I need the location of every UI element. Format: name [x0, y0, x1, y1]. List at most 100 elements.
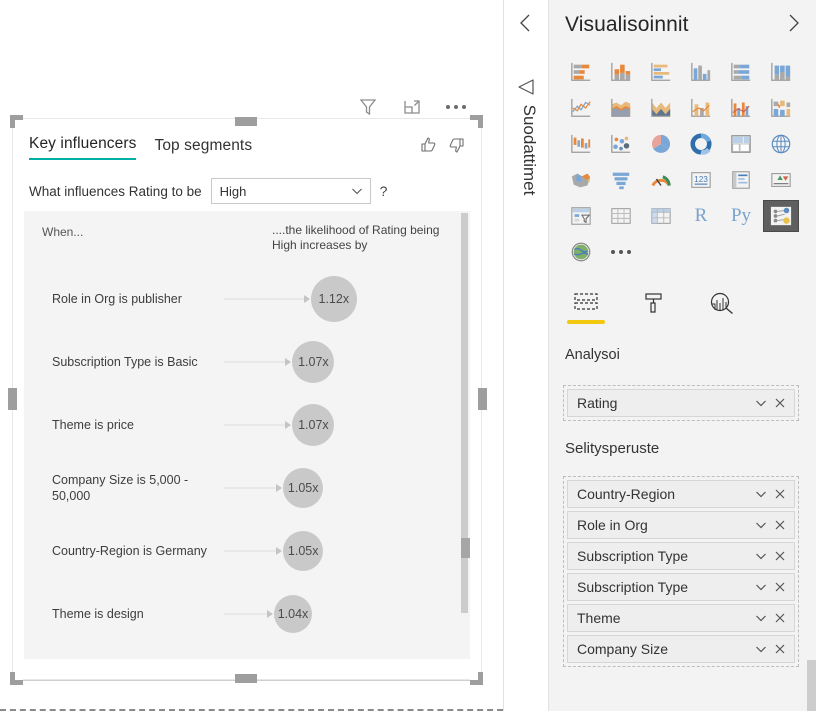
resize-handle-bottom-right[interactable]: [470, 672, 483, 685]
chevron-down-icon[interactable]: [751, 518, 770, 532]
visual-type-gallery[interactable]: 123 R Py: [563, 56, 807, 268]
close-icon[interactable]: [770, 550, 789, 562]
format-tab[interactable]: [633, 288, 675, 328]
chevron-right-icon[interactable]: [784, 13, 802, 38]
influencer-row[interactable]: Role in Org is publisher 1.12x: [24, 267, 470, 330]
close-icon[interactable]: [770, 519, 789, 531]
close-icon[interactable]: [770, 643, 789, 655]
pane-scrollbar-thumb[interactable]: [807, 660, 816, 711]
chevron-down-icon[interactable]: [751, 580, 770, 594]
resize-handle-top-middle[interactable]: [235, 117, 257, 126]
close-icon[interactable]: [770, 397, 789, 409]
chevron-down-icon[interactable]: [751, 611, 770, 625]
close-icon[interactable]: [770, 612, 789, 624]
field-chip[interactable]: Company Size: [567, 635, 795, 663]
visualizations-pane[interactable]: Visualisoinnit 123 R Py Analysoi Rating …: [548, 0, 816, 711]
resize-handle-right-middle[interactable]: [478, 388, 487, 410]
plot-scrollbar-handle[interactable]: [461, 538, 470, 558]
tab-top-segments[interactable]: Top segments: [154, 137, 252, 160]
close-icon[interactable]: [770, 581, 789, 593]
resize-handle-bottom-middle[interactable]: [235, 674, 257, 683]
chevron-down-icon[interactable]: [751, 487, 770, 501]
chevron-left-icon[interactable]: [517, 13, 535, 38]
influencers-plot[interactable]: When... ....the likelihood of Rating bei…: [24, 211, 470, 659]
line-clustered-column-chart-icon[interactable]: [723, 92, 759, 124]
clustered-column-chart-icon[interactable]: [683, 56, 719, 88]
treemap-icon[interactable]: [723, 128, 759, 160]
influencer-bubble[interactable]: 1.07x: [292, 403, 335, 446]
stacked-bar-chart-icon[interactable]: [563, 56, 599, 88]
resize-handle-left-middle[interactable]: [8, 388, 17, 410]
field-chip[interactable]: Subscription Type: [567, 573, 795, 601]
field-chip[interactable]: Country-Region: [567, 480, 795, 508]
field-chip[interactable]: Theme: [567, 604, 795, 632]
resize-handle-bottom-left[interactable]: [10, 672, 23, 685]
thumbs-up-icon[interactable]: [418, 135, 438, 155]
more-visuals-icon[interactable]: [603, 236, 639, 268]
influencer-bubble[interactable]: 1.05x: [283, 467, 324, 508]
level-select-dropdown[interactable]: High: [210, 178, 371, 204]
table-icon[interactable]: [603, 200, 639, 232]
pane-scrollbar-track[interactable]: [807, 330, 816, 711]
analytics-tab[interactable]: [701, 288, 743, 328]
chevron-down-icon[interactable]: [751, 549, 770, 563]
scatter-chart-icon[interactable]: [603, 128, 639, 160]
field-chip[interactable]: Role in Org: [567, 511, 795, 539]
map-icon[interactable]: [763, 128, 799, 160]
influencer-bubble[interactable]: [292, 658, 328, 659]
clustered-bar-chart-icon[interactable]: [643, 56, 679, 88]
influencer-row[interactable]: Company Size is 5,000 - 50,000 1.05x: [24, 456, 470, 519]
gauge-chart-icon[interactable]: [643, 164, 679, 196]
thumbs-down-icon[interactable]: [447, 135, 467, 155]
influencer-row[interactable]: Subscription Type is Basic 1.07x: [24, 330, 470, 393]
100-stacked-bar-chart-icon[interactable]: [723, 56, 759, 88]
explain-by-well[interactable]: Country-Region Role in Org Subscription Ty…: [563, 476, 799, 667]
influencer-row-partial[interactable]: [24, 645, 470, 659]
ribbon-chart-icon[interactable]: [763, 92, 799, 124]
funnel-chart-icon[interactable]: [603, 164, 639, 196]
key-influencers-icon[interactable]: [763, 200, 799, 232]
chevron-down-icon[interactable]: [751, 642, 770, 656]
field-chip[interactable]: Subscription Type: [567, 542, 795, 570]
key-influencers-visual[interactable]: Key influencers Top segments What influe…: [12, 118, 482, 680]
multi-row-card-icon[interactable]: [723, 164, 759, 196]
close-icon[interactable]: [770, 488, 789, 500]
plot-scrollbar-track[interactable]: [461, 211, 469, 659]
stacked-area-chart-icon[interactable]: [643, 92, 679, 124]
pie-chart-icon[interactable]: [643, 128, 679, 160]
arcgis-map-icon[interactable]: [563, 236, 599, 268]
matrix-icon[interactable]: [643, 200, 679, 232]
line-chart-icon[interactable]: [563, 92, 599, 124]
100-stacked-column-chart-icon[interactable]: [763, 56, 799, 88]
resize-handle-top-left[interactable]: [10, 115, 23, 128]
line-stacked-column-chart-icon[interactable]: [683, 92, 719, 124]
filters-pane-collapsed[interactable]: Suodattimet: [503, 0, 548, 711]
area-chart-icon[interactable]: [603, 92, 639, 124]
influencer-bubble[interactable]: 1.05x: [283, 530, 324, 571]
tab-key-influencers[interactable]: Key influencers: [29, 135, 137, 160]
influencer-bubble[interactable]: 1.07x: [292, 340, 335, 383]
resize-handle-top-right[interactable]: [470, 115, 483, 128]
waterfall-chart-icon[interactable]: [563, 128, 599, 160]
influencer-bubble[interactable]: 1.12x: [310, 275, 357, 322]
analyze-well[interactable]: Rating: [563, 385, 799, 421]
influencer-row[interactable]: Theme is price 1.07x: [24, 393, 470, 456]
influencer-bubble[interactable]: 1.04x: [274, 594, 312, 633]
focus-mode-icon[interactable]: [399, 94, 425, 120]
python-visual-icon[interactable]: Py: [723, 200, 759, 232]
filter-icon[interactable]: [355, 94, 381, 120]
report-canvas[interactable]: Key influencers Top segments What influe…: [0, 0, 503, 711]
fields-tab[interactable]: [565, 288, 607, 328]
chevron-down-icon[interactable]: [751, 396, 770, 410]
card-icon[interactable]: 123: [683, 164, 719, 196]
influencer-row[interactable]: Country-Region is Germany 1.05x: [24, 519, 470, 582]
filters-pane-label[interactable]: Suodattimet: [519, 85, 539, 215]
r-script-visual-icon[interactable]: R: [683, 200, 719, 232]
help-icon[interactable]: ?: [380, 183, 388, 199]
stacked-column-chart-icon[interactable]: [603, 56, 639, 88]
kpi-icon[interactable]: [763, 164, 799, 196]
slicer-icon[interactable]: [563, 200, 599, 232]
more-options-icon[interactable]: [443, 94, 469, 120]
influencer-row[interactable]: Theme is design 1.04x: [24, 582, 470, 645]
donut-chart-icon[interactable]: [683, 128, 719, 160]
